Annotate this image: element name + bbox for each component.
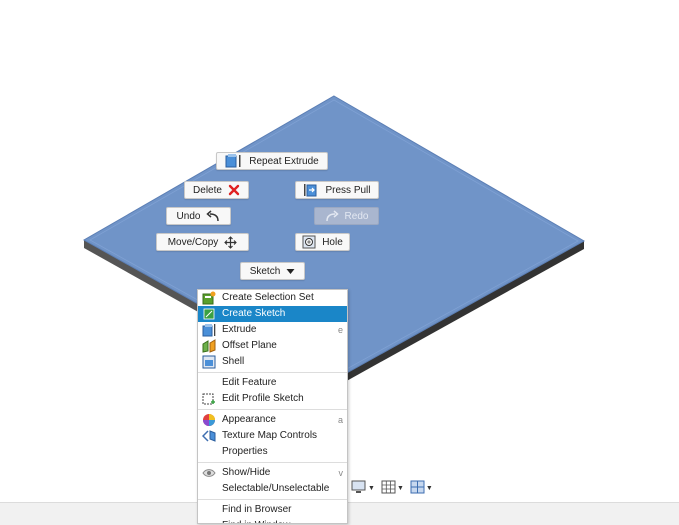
eye-icon (202, 466, 216, 480)
menu-item-shortcut: e (337, 325, 343, 335)
delete-label: Delete (193, 184, 222, 196)
selection-set-icon (202, 291, 216, 305)
offset-plane-icon (202, 339, 216, 353)
menu-item-shortcut: a (337, 415, 343, 425)
menu-item-edit-feature[interactable]: Edit Feature (198, 375, 347, 391)
menu-item-appearance[interactable]: Appearance a (198, 412, 347, 428)
move-copy-button[interactable]: Move/Copy (156, 233, 249, 251)
view-controls: ▼ ▼ ▼ (351, 480, 433, 496)
repeat-extrude-label: Repeat Extrude (249, 155, 319, 167)
delete-x-icon (228, 184, 240, 196)
texture-map-icon (201, 429, 216, 443)
menu-item-properties[interactable]: Properties (198, 444, 347, 460)
menu-item-label: Selectable/Unselectable (222, 483, 330, 494)
viewports-button[interactable]: ▼ (410, 480, 433, 496)
menu-separator (198, 372, 347, 373)
display-settings-button[interactable]: ▼ (351, 480, 375, 496)
menu-item-offset-plane[interactable]: Offset Plane (198, 338, 347, 354)
sketch-button[interactable]: Sketch (240, 262, 305, 280)
grid-settings-button[interactable]: ▼ (381, 480, 404, 496)
redo-arrow-icon (325, 210, 339, 222)
redo-label: Redo (344, 210, 369, 222)
viewports-arrow-icon: ▼ (425, 484, 433, 492)
move-copy-label: Move/Copy (167, 236, 219, 248)
menu-item-label: Properties (222, 446, 268, 457)
context-menu: Create Selection Set Create Sketch Extrude… (197, 289, 348, 524)
menu-item-label: Edit Feature (222, 377, 277, 388)
undo-button[interactable]: Undo (166, 207, 231, 225)
menu-item-label: Extrude (222, 324, 257, 335)
appearance-icon (202, 413, 216, 427)
hole-button[interactable]: Hole (295, 233, 350, 251)
dropdown-arrow-icon (286, 268, 295, 275)
extrude-icon (225, 154, 243, 168)
menu-item-texture-map-controls[interactable]: Texture Map Controls (198, 428, 347, 444)
display-settings-icon (351, 480, 367, 497)
edit-profile-sketch-icon (202, 392, 216, 406)
menu-item-label: Appearance (222, 414, 276, 425)
menu-separator (198, 409, 347, 410)
press-pull-button[interactable]: Press Pull (295, 181, 379, 199)
create-sketch-icon (202, 307, 216, 321)
menu-item-shell[interactable]: Shell (198, 354, 347, 370)
menu-item-selectable-unselectable[interactable]: Selectable/Unselectable (198, 481, 347, 497)
menu-item-label: Create Sketch (222, 308, 286, 319)
grid-icon (381, 480, 396, 497)
menu-item-extrude[interactable]: Extrude e (198, 322, 347, 338)
menu-item-find-in-window[interactable]: Find in Window (198, 518, 347, 523)
redo-button[interactable]: Redo (314, 207, 379, 225)
menu-separator (198, 499, 347, 500)
menu-item-label: Find in Browser (222, 504, 292, 515)
press-pull-icon (303, 183, 319, 197)
menu-item-label: Shell (222, 356, 245, 367)
extrude-icon (202, 323, 216, 337)
menu-item-show-hide[interactable]: Show/Hide v (198, 465, 347, 481)
menu-item-label: Edit Profile Sketch (222, 393, 304, 404)
repeat-extrude-button[interactable]: Repeat Extrude (216, 152, 328, 170)
menu-item-shortcut: v (338, 468, 344, 478)
menu-item-label: Find in Window (222, 520, 290, 523)
menu-item-create-selection-set[interactable]: Create Selection Set (198, 290, 347, 306)
sketch-label: Sketch (249, 265, 281, 277)
viewports-icon (410, 480, 425, 497)
menu-item-find-in-browser[interactable]: Find in Browser (198, 502, 347, 518)
menu-item-label: Create Selection Set (222, 292, 314, 303)
menu-item-label: Offset Plane (222, 340, 277, 351)
undo-label: Undo (176, 210, 201, 222)
display-settings-arrow-icon: ▼ (368, 484, 375, 492)
grid-arrow-icon: ▼ (396, 484, 404, 492)
menu-separator (198, 462, 347, 463)
undo-arrow-icon (206, 210, 220, 222)
hole-icon (302, 235, 316, 249)
menu-item-label: Texture Map Controls (222, 430, 318, 441)
menu-item-create-sketch[interactable]: Create Sketch (198, 306, 347, 322)
press-pull-label: Press Pull (325, 184, 371, 196)
hole-label: Hole (322, 236, 343, 248)
shell-icon (202, 355, 216, 369)
delete-button[interactable]: Delete (184, 181, 249, 199)
move-arrows-icon (224, 235, 238, 249)
menu-item-edit-profile-sketch[interactable]: Edit Profile Sketch (198, 391, 347, 407)
menu-item-label: Show/Hide (222, 467, 271, 478)
